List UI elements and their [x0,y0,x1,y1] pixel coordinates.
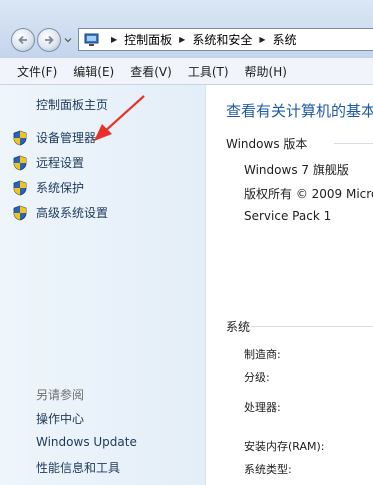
sidebar-item-label: 远程设置 [36,156,85,170]
processor-label: 处理器: [244,401,281,414]
red-arrow-annotation-icon [94,95,145,141]
sidebar-item-label: 高级系统设置 [36,206,109,220]
section-divider [252,326,373,327]
chevron-right-icon[interactable]: ▶ [111,35,117,44]
shield-icon [13,180,27,195]
installed-ram-label: 安装内存(RAM): [244,440,325,453]
rating-label: 分级: [244,371,270,384]
menu-help[interactable]: 帮助(H) [245,63,287,80]
page-title: 查看有关计算机的基本 [226,102,373,120]
forward-arrow-icon [45,35,54,45]
breadcrumb-system-security[interactable]: 系统和安全 [192,31,252,48]
system-type-label: 系统类型: [244,463,292,476]
menu-view[interactable]: 查看(V) [130,63,172,80]
menu-tools[interactable]: 工具(T) [188,63,229,80]
control-panel-icon [84,33,99,46]
menu-edit[interactable]: 编辑(E) [73,63,114,80]
see-also-action-center-link[interactable]: 操作中心 [36,410,84,427]
breadcrumb-control-panel[interactable]: 控制面板 [124,31,172,48]
sidebar-item-remote-settings[interactable]: 远程设置 [12,154,84,171]
recent-pages-dropdown-icon[interactable] [64,36,72,44]
back-button[interactable] [11,28,35,52]
shield-icon [13,205,27,220]
manufacturer-label: 制造商: [244,348,281,361]
copyright-text: 版权所有 © 2009 Micro [244,187,373,201]
see-also-heading: 另请参阅 [36,388,85,402]
menu-file[interactable]: 文件(F) [17,63,57,80]
shield-icon [13,155,27,170]
service-pack-text: Service Pack 1 [244,209,332,223]
windows-edition-section-title: Windows 版本 [226,137,308,151]
breadcrumb-system[interactable]: 系统 [273,31,297,48]
sidebar-item-device-manager[interactable]: 设备管理器 [12,129,96,146]
see-also-performance-link[interactable]: 性能信息和工具 [36,459,120,476]
menu-bar: 文件(F) 编辑(E) 查看(V) 工具(T) 帮助(H) [0,58,373,85]
address-bar[interactable]: ▶ 控制面板 ▶ 系统和安全 ▶ 系统 [78,28,373,51]
sidebar-item-advanced-settings[interactable]: 高级系统设置 [12,204,108,221]
sidebar-item-label: 系统保护 [36,181,85,195]
forward-button[interactable] [37,28,61,52]
windows-edition-value: Windows 7 旗舰版 [244,163,349,177]
chevron-right-icon[interactable]: ▶ [179,35,185,44]
sidebar-item-system-protection[interactable]: 系统保护 [12,179,84,196]
see-also-windows-update-link[interactable]: Windows Update [36,435,137,449]
shield-icon [13,130,27,145]
chevron-right-icon[interactable]: ▶ [259,35,265,44]
system-section-title: 系统 [226,320,251,334]
section-divider [334,143,373,144]
back-arrow-icon [18,35,27,45]
sidebar-item-label: 设备管理器 [36,131,97,145]
